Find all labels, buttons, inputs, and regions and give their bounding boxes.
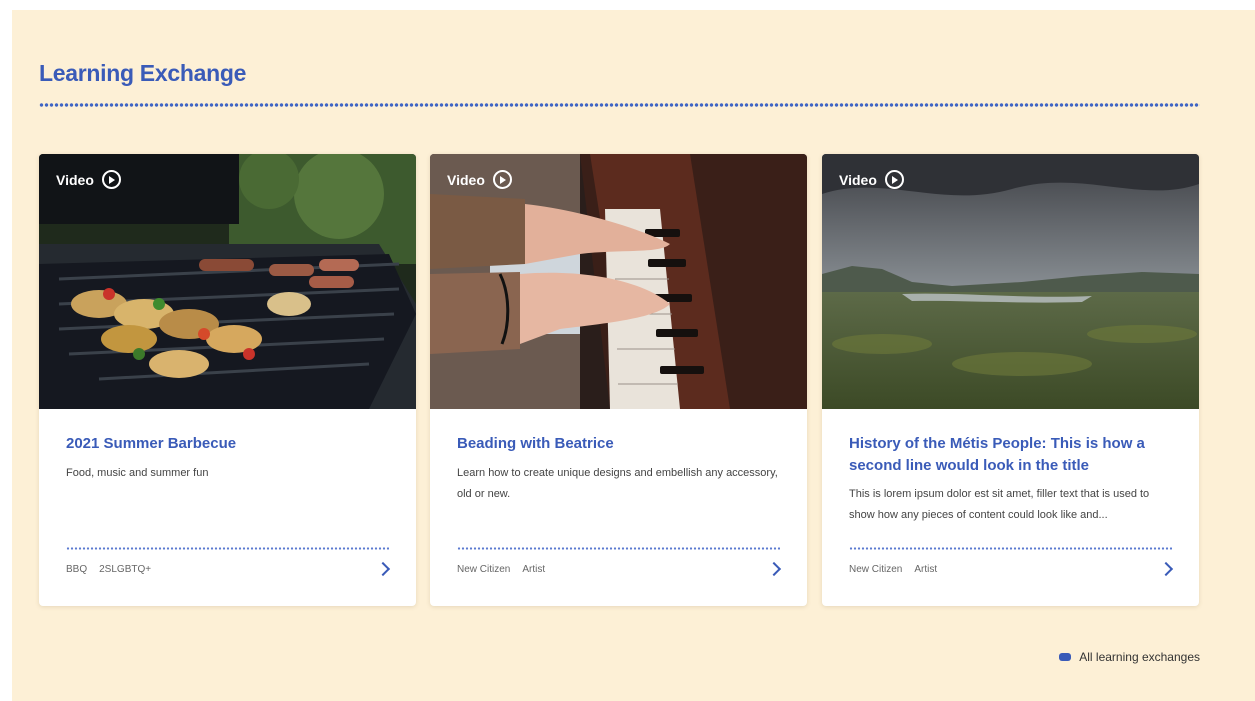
badge-label: Video: [447, 171, 485, 188]
all-learning-exchanges-link[interactable]: All learning exchanges: [1059, 650, 1200, 664]
video-badge: Video: [839, 170, 904, 189]
tag: BBQ: [66, 564, 88, 575]
piano-photo: [430, 154, 807, 409]
chevron-right-icon[interactable]: [1158, 561, 1174, 577]
tag: Artist: [914, 564, 938, 575]
card-image[interactable]: Video: [430, 154, 807, 409]
badge-label: Video: [56, 171, 94, 188]
card-image[interactable]: Video: [822, 154, 1199, 409]
play-icon[interactable]: [884, 170, 904, 189]
card-image[interactable]: Video: [39, 154, 416, 409]
video-badge: Video: [447, 170, 512, 189]
chevron-right-icon[interactable]: [375, 561, 391, 577]
title-divider: [39, 102, 1200, 108]
card-divider: [66, 547, 389, 550]
card-divider: [849, 547, 1172, 550]
learning-card-metis-history[interactable]: Video History of the Métis People: This …: [822, 154, 1199, 606]
learning-card-beading[interactable]: Video Beading with Beatrice Learn how to…: [430, 154, 807, 606]
tag: New Citizen: [849, 564, 903, 575]
card-description: Learn how to create unique designs and e…: [457, 467, 778, 500]
barbecue-photo: [39, 154, 416, 409]
card-tags: BBQ 2SLGBTQ+: [66, 564, 151, 575]
card-tags: New Citizen Artist: [849, 564, 937, 575]
card-title[interactable]: History of the Métis People: This is how…: [849, 433, 1169, 477]
card-tags: New Citizen Artist: [457, 564, 545, 575]
card-divider: [457, 547, 780, 550]
learning-card-barbecue[interactable]: Video 2021 Summer Barbecue Food, music a…: [39, 154, 416, 606]
bullet-icon: [1059, 653, 1072, 661]
tag: Artist: [522, 564, 546, 575]
card-description: This is lorem ipsum dolor est sit amet, …: [849, 488, 1150, 521]
play-icon[interactable]: [101, 170, 121, 189]
play-icon[interactable]: [492, 170, 512, 189]
card-description: Food, music and summer fun: [66, 467, 209, 479]
landscape-photo: [822, 154, 1199, 409]
section-title: Learning Exchange: [39, 60, 247, 86]
card-title[interactable]: 2021 Summer Barbecue: [66, 433, 386, 455]
tag: 2SLGBTQ+: [99, 564, 152, 575]
chevron-right-icon[interactable]: [766, 561, 782, 577]
card-title[interactable]: Beading with Beatrice: [457, 433, 777, 455]
badge-label: Video: [839, 171, 877, 188]
all-link-label: All learning exchanges: [1079, 650, 1200, 664]
tag: New Citizen: [457, 564, 511, 575]
video-badge: Video: [56, 170, 121, 189]
